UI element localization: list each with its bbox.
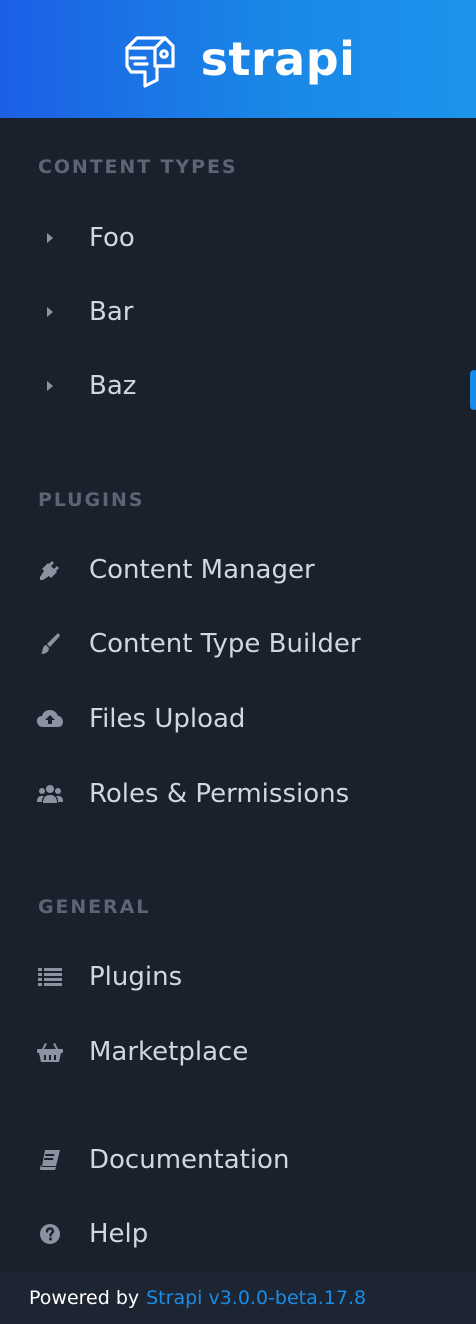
strapi-version-link[interactable]: Strapi v3.0.0-beta.17.8 bbox=[146, 1287, 366, 1309]
footer-prefix: Powered by bbox=[29, 1287, 140, 1309]
strapi-logo-icon bbox=[124, 36, 175, 88]
sidebar-item-label: Marketplace bbox=[89, 1037, 249, 1067]
sidebar-item-label: Plugins bbox=[89, 962, 183, 992]
list-icon bbox=[36, 963, 64, 991]
sidebar-item-plugins[interactable]: Plugins bbox=[0, 947, 476, 1007]
sidebar-item-content-type-builder[interactable]: Content Type Builder bbox=[0, 614, 476, 674]
caret-right-icon bbox=[36, 224, 64, 252]
sidebar-item-files-upload[interactable]: Files Upload bbox=[0, 689, 476, 749]
sidebar-header: strapi bbox=[0, 0, 476, 118]
users-icon bbox=[36, 780, 64, 808]
sidebar-item-label: Foo bbox=[89, 223, 135, 253]
sidebar-item-label: Content Manager bbox=[89, 555, 315, 585]
sidebar-item-label: Help bbox=[89, 1219, 149, 1249]
sidebar-item-baz[interactable]: Baz bbox=[0, 356, 476, 416]
sidebar-item-marketplace[interactable]: Marketplace bbox=[0, 1022, 476, 1082]
book-icon bbox=[36, 1146, 64, 1174]
basket-icon bbox=[36, 1038, 64, 1066]
sidebar-item-help[interactable]: Help bbox=[0, 1204, 476, 1264]
plug-icon bbox=[36, 556, 64, 584]
paint-brush-icon bbox=[36, 630, 64, 658]
active-indicator bbox=[470, 370, 476, 410]
sidebar-item-bar[interactable]: Bar bbox=[0, 282, 476, 342]
section-title-general: GENERAL bbox=[38, 896, 151, 918]
sidebar-item-documentation[interactable]: Documentation bbox=[0, 1130, 476, 1190]
question-circle-icon bbox=[36, 1220, 64, 1248]
caret-right-icon bbox=[36, 372, 64, 400]
brand-name: strapi bbox=[200, 32, 356, 86]
brand-logo[interactable]: strapi bbox=[121, 30, 356, 88]
sidebar-item-label: Files Upload bbox=[89, 704, 246, 734]
sidebar-item-label: Baz bbox=[89, 371, 137, 401]
sidebar-item-roles-permissions[interactable]: Roles & Permissions bbox=[0, 764, 476, 824]
sidebar-item-foo[interactable]: Foo bbox=[0, 208, 476, 268]
sidebar-footer: Powered by Strapi v3.0.0-beta.17.8 bbox=[0, 1272, 476, 1324]
cloud-upload-icon bbox=[36, 705, 64, 733]
sidebar-item-label: Content Type Builder bbox=[89, 629, 361, 659]
sidebar-item-label: Documentation bbox=[89, 1145, 290, 1175]
sidebar-item-label: Bar bbox=[89, 297, 134, 327]
section-title-plugins: PLUGINS bbox=[38, 489, 145, 511]
sidebar-item-content-manager[interactable]: Content Manager bbox=[0, 540, 476, 600]
section-title-content-types: CONTENT TYPES bbox=[38, 156, 238, 178]
sidebar-item-label: Roles & Permissions bbox=[89, 779, 350, 809]
caret-right-icon bbox=[36, 298, 64, 326]
